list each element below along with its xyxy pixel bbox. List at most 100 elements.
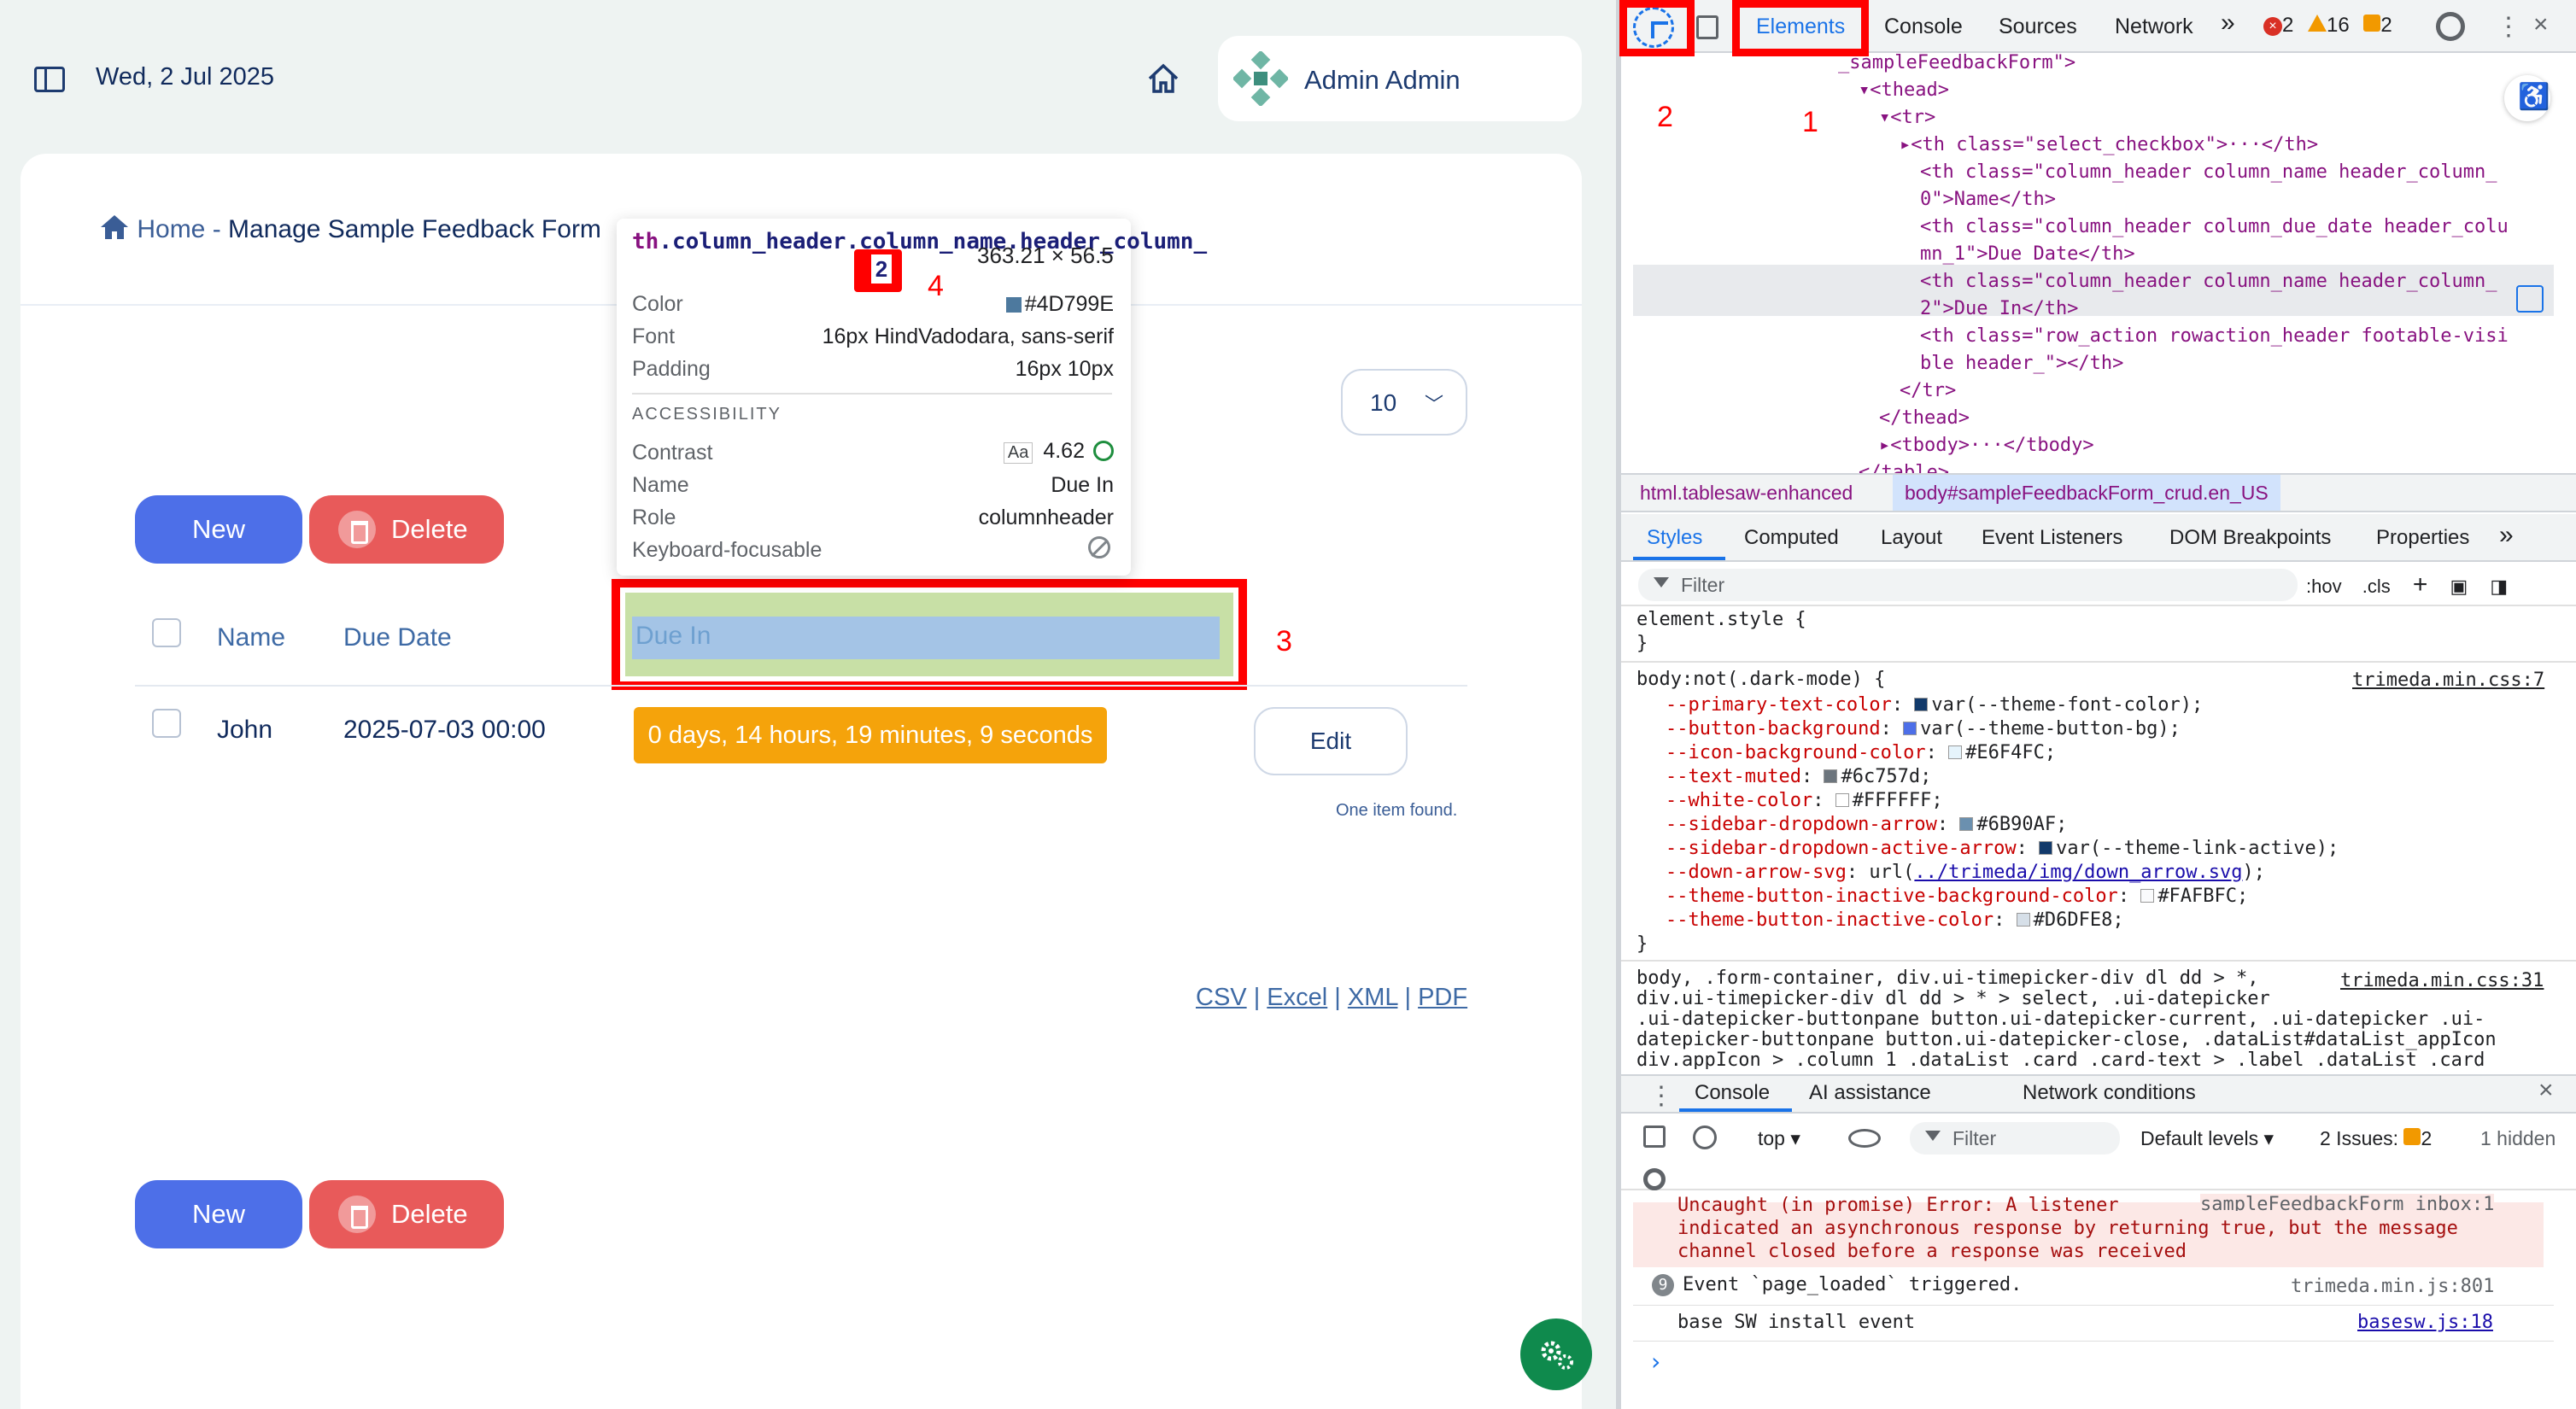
color-swatch[interactable]: [1824, 769, 1838, 783]
console-sidebar-icon[interactable]: [1643, 1125, 1666, 1148]
dom-tree[interactable]: _sampleFeedbackForm"> ▾<thead> ▾<tr> ▸<th c…: [1633, 50, 2556, 473]
hov-toggle[interactable]: :hov: [2306, 576, 2342, 597]
delete-button-bottom[interactable]: Delete: [309, 1180, 504, 1248]
tab-sources[interactable]: Sources: [1999, 15, 2077, 39]
styles-filter-input[interactable]: Filter: [1638, 569, 2298, 601]
log-levels-select[interactable]: Default levels ▾: [2140, 1127, 2274, 1150]
css-property[interactable]: --text-muted: #6c757d;: [1666, 765, 2554, 789]
subtab-layout[interactable]: Layout: [1881, 526, 1942, 550]
dom-tree-line[interactable]: mn_1">Due Date</th>: [1633, 241, 2556, 268]
new-button-bottom[interactable]: New: [135, 1180, 302, 1248]
css-property[interactable]: --sidebar-dropdown-active-arrow: var(--t…: [1666, 837, 2554, 861]
error-source[interactable]: sampleFeedbackForm_inbox:1: [2200, 1194, 2495, 1211]
subtab-event-listeners[interactable]: Event Listeners: [1982, 526, 2122, 550]
row-checkbox[interactable]: [152, 709, 181, 738]
sidebar-toggle-icon[interactable]: ◨: [2490, 576, 2508, 597]
clear-console-icon[interactable]: [1693, 1125, 1717, 1149]
dom-tree-line[interactable]: _sampleFeedbackForm">: [1633, 50, 2556, 77]
color-swatch[interactable]: [1914, 698, 1929, 711]
css-property[interactable]: --theme-button-inactive-background-color…: [1666, 885, 2554, 909]
more-subtabs-icon[interactable]: »: [2499, 521, 2514, 550]
rule2-source-link[interactable]: trimeda.min.css:31: [2340, 970, 2544, 991]
color-swatch[interactable]: [2140, 889, 2155, 903]
element-style-rule[interactable]: element.style { }: [1636, 608, 1806, 656]
console-filter-input[interactable]: Filter: [1910, 1122, 2120, 1155]
tab-console[interactable]: Console: [1884, 15, 1963, 39]
paint-icon[interactable]: ▣: [2450, 576, 2468, 597]
accessibility-icon[interactable]: ♿: [2504, 75, 2550, 121]
color-swatch[interactable]: [1948, 745, 1963, 759]
export-csv-link[interactable]: CSV: [1196, 984, 1247, 1011]
css-property[interactable]: --icon-background-color: #E6F4FC;: [1666, 741, 2554, 765]
dom-tree-line[interactable]: </tr>: [1633, 377, 2556, 405]
color-swatch[interactable]: [1959, 817, 1974, 831]
color-swatch[interactable]: [2039, 841, 2053, 855]
css-property[interactable]: --sidebar-dropdown-arrow: #6B90AF;: [1666, 813, 2554, 837]
export-excel-link[interactable]: Excel: [1267, 984, 1327, 1011]
drawer-tab-ai-assistance[interactable]: AI assistance: [1809, 1081, 1931, 1105]
edit-button[interactable]: Edit: [1254, 707, 1408, 775]
column-header-due-date[interactable]: Due Date: [343, 623, 452, 652]
sidebar-toggle-icon[interactable]: [34, 67, 65, 92]
log2-source[interactable]: basesw.js:18: [2357, 1312, 2493, 1333]
dom-tree-line[interactable]: ▸<th class="select_checkbox">···</th>: [1633, 132, 2556, 159]
export-pdf-link[interactable]: PDF: [1418, 984, 1467, 1011]
more-options-icon[interactable]: ⋮: [2496, 12, 2521, 42]
dom-tree-line[interactable]: 0">Name</th>: [1633, 186, 2556, 213]
drawer-menu-icon[interactable]: ⋮: [1648, 1081, 1674, 1111]
css-property[interactable]: --down-arrow-svg: url(../trimeda/img/dow…: [1666, 861, 2554, 885]
color-swatch[interactable]: [1835, 793, 1849, 807]
subtab-dom-breakpoints[interactable]: DOM Breakpoints: [2169, 526, 2331, 550]
dom-tree-line[interactable]: </table>: [1633, 459, 2556, 473]
select-all-checkbox[interactable]: [152, 618, 181, 647]
css-property[interactable]: --theme-button-inactive-color: #D6DFE8;: [1666, 909, 2554, 933]
breadcrumb-home-icon[interactable]: [99, 213, 130, 241]
css-url-link[interactable]: ../trimeda/img/down_arrow.svg: [1914, 862, 2242, 883]
console-settings-icon[interactable]: [1643, 1168, 1666, 1190]
page-size-select[interactable]: 10 ﹀: [1341, 369, 1467, 436]
rule-source-link[interactable]: trimeda.min.css:7: [2352, 669, 2544, 691]
dom-tree-line[interactable]: ble header_"></th>: [1633, 350, 2556, 377]
color-swatch[interactable]: [2016, 913, 2030, 927]
subtab-computed[interactable]: Computed: [1744, 526, 1839, 550]
drawer-tab-console[interactable]: Console: [1695, 1081, 1770, 1105]
dom-tree-line[interactable]: ▾<tr>: [1633, 104, 2556, 132]
css-property[interactable]: --button-background: var(--theme-button-…: [1666, 717, 2554, 741]
dom-tree-line[interactable]: <th class="column_header column_name hea…: [1633, 268, 2556, 295]
tab-network[interactable]: Network: [2115, 15, 2193, 39]
log1-source[interactable]: trimeda.min.js:801: [2291, 1276, 2494, 1297]
rule-body-selector[interactable]: body:not(.dark-mode) {: [1636, 668, 1885, 692]
dom-tree-line[interactable]: <th class="column_header column_due_date…: [1633, 213, 2556, 241]
dom-tree-line[interactable]: ▾<thead>: [1633, 77, 2556, 104]
context-select[interactable]: top ▾: [1758, 1127, 1800, 1150]
new-rule-icon[interactable]: +: [2413, 570, 2428, 599]
column-header-due-in[interactable]: Due In: [635, 622, 711, 651]
settings-fab[interactable]: [1520, 1318, 1592, 1390]
console-issues[interactable]: 2 Issues: 2: [2320, 1127, 2432, 1150]
color-swatch[interactable]: [1903, 722, 1917, 735]
close-drawer-icon[interactable]: ×: [2538, 1076, 2554, 1105]
delete-button-top[interactable]: Delete: [309, 495, 504, 564]
new-button-top[interactable]: New: [135, 495, 302, 564]
dom-tree-line[interactable]: </thead>: [1633, 405, 2556, 432]
css-property[interactable]: --white-color: #FFFFFF;: [1666, 789, 2554, 813]
ai-chat-icon[interactable]: [2516, 285, 2544, 313]
drawer-tab-network-conditions[interactable]: Network conditions: [2023, 1081, 2196, 1105]
live-expression-eye-icon[interactable]: [1848, 1129, 1881, 1148]
close-devtools-icon[interactable]: ×: [2533, 10, 2549, 39]
crumb-body[interactable]: body#sampleFeedbackForm_crud.en_US: [1893, 475, 2280, 511]
column-header-name[interactable]: Name: [217, 623, 285, 652]
home-icon[interactable]: [1146, 61, 1180, 96]
rule-properties[interactable]: --primary-text-color: var(--theme-font-c…: [1666, 693, 2554, 933]
issue-counters[interactable]: × 2 16 2: [2263, 14, 2392, 38]
settings-gear-icon[interactable]: [2436, 12, 2465, 41]
more-tabs-icon[interactable]: »: [2221, 9, 2235, 38]
console-prompt[interactable]: ›: [1648, 1348, 1663, 1376]
subtab-properties[interactable]: Properties: [2376, 526, 2469, 550]
dom-tree-line[interactable]: <th class="column_header column_name hea…: [1633, 159, 2556, 186]
crumb-html[interactable]: html.tablesaw-enhanced: [1640, 482, 1853, 505]
breadcrumb-home-link[interactable]: Home: [137, 215, 205, 243]
device-toolbar-icon[interactable]: [1696, 15, 1718, 39]
dom-tree-line[interactable]: ▸<tbody>···</tbody>: [1633, 432, 2556, 459]
dom-tree-line[interactable]: 2">Due In</th>: [1633, 295, 2556, 323]
